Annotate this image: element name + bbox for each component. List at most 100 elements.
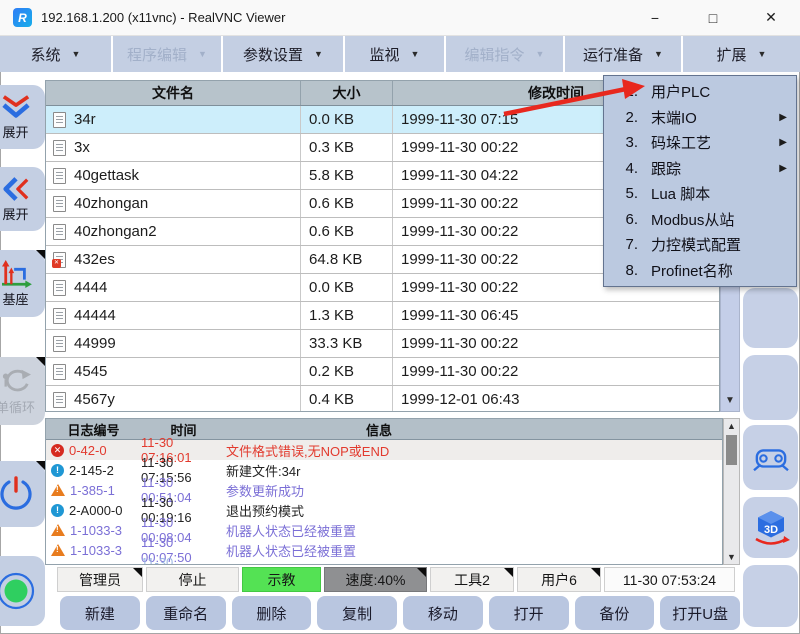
new-file-button[interactable]: 新建 (60, 596, 140, 630)
maximize-button[interactable]: □ (684, 0, 742, 35)
close-button[interactable]: ✕ (742, 0, 800, 35)
chevron-down-icon: ▼ (198, 49, 207, 59)
file-modified: 1999-12-01 06:43 (393, 386, 719, 412)
view-3d-button[interactable]: 3D (743, 497, 798, 558)
right-panel-button-1[interactable] (743, 288, 798, 348)
sidebar-single-cycle-button: 单循环 (0, 357, 45, 425)
minimize-button[interactable]: − (626, 0, 684, 35)
menu-item-number: 8. (604, 262, 638, 279)
submenu-arrow-icon: ▶ (779, 137, 787, 148)
table-row[interactable]: 4545 0.2 KB 1999-11-30 00:22 (46, 358, 719, 386)
chevron-down-icon: ▼ (536, 49, 545, 59)
menu-system[interactable]: 系统▼ (0, 36, 111, 72)
error-icon: ✕ (51, 444, 64, 457)
menu-monitor[interactable]: 监视▼ (345, 36, 444, 72)
copy-button[interactable]: 复制 (317, 596, 397, 630)
menu-extension[interactable]: 扩展▼ (683, 36, 800, 72)
menu-monitor-label: 监视 (370, 44, 400, 65)
log-message: 新建文件:34r (226, 461, 722, 480)
menu-item-label: Modbus从站 (651, 209, 734, 230)
menu-item-palletizing[interactable]: 3. 码垛工艺 ▶ (604, 130, 796, 156)
file-name: 432es (74, 251, 115, 268)
tool-label: 工具2 (454, 570, 490, 590)
file-name: 40gettask (74, 167, 139, 184)
table-row[interactable]: 4567y 0.4 KB 1999-12-01 06:43 (46, 386, 719, 412)
chevron-down-icon: ▼ (654, 49, 663, 59)
menu-run-prep[interactable]: 运行准备▼ (565, 36, 681, 72)
log-message: 参数更新成功 (226, 481, 722, 500)
file-doc-icon (53, 224, 66, 240)
corner-marker-icon (36, 461, 45, 470)
menu-item-tracking[interactable]: 4.跟踪▶ (604, 156, 796, 182)
user-role-label: 管理员 (79, 570, 121, 590)
menu-item-user-plc[interactable]: 1.用户PLC (604, 79, 796, 105)
right-panel-button-3[interactable] (743, 565, 798, 627)
user-role-selector[interactable]: 管理员 (57, 567, 143, 592)
file-doc-icon (53, 392, 66, 408)
table-row[interactable]: 44444 1.3 KB 1999-11-30 06:45 (46, 302, 719, 330)
rename-button[interactable]: 重命名 (146, 596, 226, 630)
file-doc-error-icon (53, 252, 66, 268)
svg-text:3D: 3D (763, 524, 777, 536)
move-button[interactable]: 移动 (403, 596, 483, 630)
sidebar-expand-down-button[interactable]: 展开 (0, 85, 45, 149)
scrollbar-thumb[interactable] (726, 435, 737, 465)
menu-item-number: 3. (604, 134, 638, 151)
delete-button[interactable]: 删除 (232, 596, 312, 630)
log-id: 2-510-0 (69, 563, 114, 566)
menu-item-end-io[interactable]: 2.末端IO▶ (604, 105, 796, 131)
tool-selector[interactable]: 工具2 (430, 567, 514, 592)
double-chevron-left-icon (1, 175, 31, 203)
run-state-label: 停止 (179, 570, 207, 590)
log-message: 机器人状态已经被重置 (226, 541, 722, 560)
window-controls: − □ ✕ (626, 0, 800, 35)
log-scrollbar[interactable]: ▲ ▼ (723, 418, 740, 565)
menu-param-settings[interactable]: 参数设置▼ (223, 36, 343, 72)
open-button[interactable]: 打开 (489, 596, 569, 630)
menu-item-number: 6. (604, 211, 638, 228)
column-header-log-id: 日志编号 (46, 419, 141, 439)
log-id: 1-1033-3 (70, 523, 122, 538)
sidebar-record-button[interactable] (0, 556, 45, 626)
sidebar-expand-left-button[interactable]: 展开 (0, 167, 45, 231)
scroll-up-icon[interactable]: ▲ (724, 421, 739, 431)
right-panel-button-2[interactable] (743, 355, 798, 420)
user-frame-selector[interactable]: 用户6 (517, 567, 601, 592)
file-size: 0.0 KB (301, 274, 393, 301)
menu-item-modbus-slave[interactable]: 6. Modbus从站 (604, 207, 796, 233)
log-message: 当前指令模式已切换为:示教指令模式 (226, 561, 722, 566)
speed-selector[interactable]: 速度:40% (324, 567, 427, 592)
table-row[interactable]: 44999 33.3 KB 1999-11-30 00:22 (46, 330, 719, 358)
menu-program-edit-label: 程序编辑 (127, 44, 187, 65)
double-chevron-down-icon (0, 93, 33, 121)
sidebar-label: 基座 (2, 289, 28, 308)
log-message: 退出预约模式 (226, 501, 722, 520)
menu-item-lua-script[interactable]: 5.Lua 脚本 (604, 181, 796, 207)
file-modified: 1999-11-30 00:22 (393, 358, 719, 385)
file-size: 0.6 KB (301, 190, 393, 217)
open-usb-button[interactable]: 打开U盘 (660, 596, 740, 630)
menu-item-number: 5. (604, 185, 638, 202)
menu-edit-cmd: 编辑指令 ▼ (446, 36, 563, 72)
file-size: 64.8 KB (301, 246, 393, 273)
file-name: 4444 (74, 279, 107, 296)
menu-item-force-control[interactable]: 7.力控模式配置 (604, 232, 796, 258)
hand-guide-button[interactable] (743, 425, 798, 490)
backup-button[interactable]: 备份 (575, 596, 655, 630)
menu-item-number: 4. (604, 160, 638, 177)
title-bar[interactable]: R 192.168.1.200 (x11vnc) - RealVNC Viewe… (0, 0, 800, 36)
menu-item-profinet-name[interactable]: 8.Profinet名称 (604, 258, 796, 284)
log-row-partial[interactable]: !2-510-0 11-30 00:07:33 当前指令模式已切换为:示教指令模… (46, 560, 722, 565)
menu-item-label: 码垛工艺 (651, 132, 711, 153)
log-id: 1-385-1 (70, 483, 115, 498)
window-title: 192.168.1.200 (x11vnc) - RealVNC Viewer (41, 10, 285, 25)
scroll-down-icon[interactable]: ▼ (724, 552, 739, 562)
scroll-down-icon[interactable]: ▼ (721, 395, 739, 406)
sidebar-label: 展开 (2, 204, 28, 223)
run-state-badge: 停止 (146, 567, 239, 592)
menu-edit-cmd-label: 编辑指令 (465, 44, 525, 65)
sidebar-power-button[interactable] (0, 461, 45, 527)
sidebar-base-frame-button[interactable]: 基座 (0, 250, 45, 317)
mode-label: 示教 (268, 570, 296, 590)
chevron-down-icon: ▼ (314, 49, 323, 59)
